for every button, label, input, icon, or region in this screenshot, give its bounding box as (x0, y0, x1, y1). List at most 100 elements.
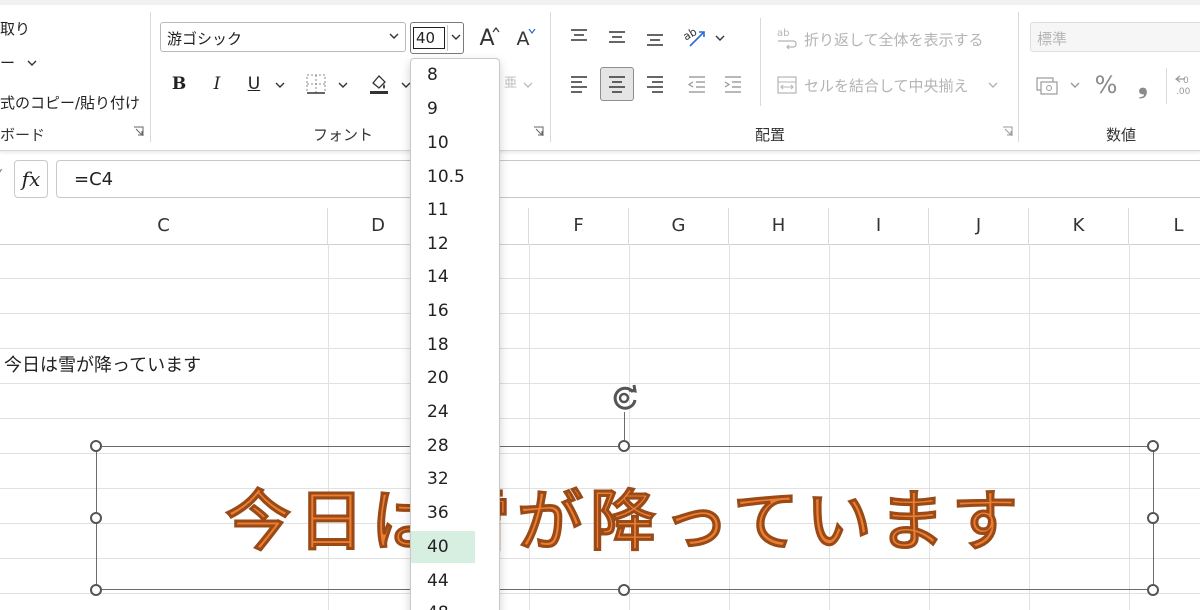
column-header-j[interactable]: J (929, 208, 1029, 244)
cell-c4[interactable]: 今日は雪が降っています (4, 351, 201, 377)
column-header-c[interactable]: C (0, 208, 328, 244)
font-size-option[interactable]: 24 (411, 396, 499, 428)
chevron-down-icon[interactable] (1070, 80, 1080, 90)
column-header-k[interactable]: K (1029, 208, 1129, 244)
column-header-i[interactable]: I (829, 208, 929, 244)
resize-handle-top-right[interactable] (1147, 440, 1159, 452)
align-top-icon[interactable] (564, 22, 594, 52)
align-bottom-icon[interactable] (640, 22, 670, 52)
percent-style-button[interactable]: % (1092, 70, 1120, 100)
insert-function-button[interactable]: fx (14, 160, 48, 198)
resize-handle-right[interactable] (1147, 512, 1159, 524)
accounting-format-icon[interactable] (1034, 72, 1062, 98)
ribbon: 取り ー 式のコピー/貼り付け ボード 游ゴシック 40 A A B I U 亜… (0, 0, 1200, 151)
merge-center-button[interactable]: セルを結合して中央揃え (804, 75, 969, 96)
column-header-h[interactable]: H (729, 208, 829, 244)
align-left-icon[interactable] (564, 68, 594, 100)
shrink-font-button[interactable]: A (508, 24, 538, 54)
font-size-option[interactable]: 48 (411, 597, 499, 610)
font-size-option[interactable]: 44 (411, 565, 499, 597)
column-header-l[interactable]: L (1129, 208, 1200, 244)
font-size-option[interactable]: 11 (411, 194, 499, 226)
italic-button[interactable]: I (204, 70, 230, 98)
font-size-option[interactable]: 32 (411, 463, 499, 495)
increase-decimal-icon[interactable]: 0.00 (1172, 70, 1200, 100)
chevron-down-icon[interactable] (523, 80, 533, 90)
fill-color-icon[interactable] (364, 68, 394, 98)
rotate-stem (624, 412, 625, 440)
font-size-option[interactable]: 28 (411, 430, 499, 462)
bold-button[interactable]: B (166, 70, 192, 98)
inner-separator (760, 18, 761, 106)
resize-handle-top[interactable] (618, 440, 630, 452)
font-size-option[interactable]: 20 (411, 362, 499, 394)
resize-handle-bottom[interactable] (618, 584, 630, 596)
clipboard-dialog-launcher-icon[interactable] (133, 126, 144, 137)
number-format-combo[interactable]: 標準 (1030, 22, 1200, 52)
font-color-icon[interactable]: 亜 (500, 70, 522, 98)
inner-separator (1166, 68, 1167, 104)
column-header-f[interactable]: F (529, 208, 629, 244)
format-painter-button[interactable]: 式のコピー/貼り付け (0, 92, 140, 113)
chevron-down-icon[interactable] (275, 80, 285, 90)
font-size-option[interactable]: 36 (411, 497, 499, 529)
formula-bar: ⁄ fx =C4 (0, 158, 1200, 202)
font-size-option-selected[interactable]: 40 (411, 531, 475, 563)
align-center-icon[interactable] (600, 67, 634, 101)
alignment-group-label: 配置 (755, 126, 786, 144)
resize-handle-left[interactable] (90, 512, 102, 524)
font-size-option[interactable]: 14 (411, 261, 499, 293)
font-size-option[interactable]: 16 (411, 295, 499, 327)
chevron-down-icon[interactable] (450, 31, 462, 43)
font-size-combo[interactable]: 40 (410, 22, 464, 54)
font-family-combo[interactable]: 游ゴシック (160, 22, 406, 52)
font-size-value[interactable]: 40 (416, 28, 435, 48)
font-dialog-launcher-icon[interactable] (533, 126, 544, 137)
align-right-icon[interactable] (640, 68, 670, 100)
font-size-option[interactable]: 18 (411, 329, 499, 361)
resize-handle-bottom-right[interactable] (1147, 584, 1159, 596)
chevron-down-icon[interactable] (715, 33, 725, 43)
caret-up-icon (492, 27, 500, 33)
copy-button[interactable]: ー (0, 52, 15, 73)
svg-text:亜: 亜 (504, 76, 517, 91)
increase-indent-icon[interactable] (718, 68, 748, 100)
shape-text[interactable]: 今日は雪が降っています (100, 468, 1150, 564)
resize-handle-bottom-left[interactable] (90, 584, 102, 596)
column-header-g[interactable]: G (629, 208, 729, 244)
svg-text:ab: ab (682, 25, 699, 43)
rotate-handle-icon[interactable] (607, 380, 643, 416)
excel-window: 取り ー 式のコピー/貼り付け ボード 游ゴシック 40 A A B I U 亜… (0, 0, 1200, 610)
comma-style-button[interactable]: ❟ (1132, 70, 1154, 100)
chevron-down-icon[interactable] (338, 80, 348, 90)
alignment-dialog-launcher-icon[interactable] (1002, 126, 1013, 137)
formula-input[interactable]: =C4 (56, 160, 1200, 198)
font-size-option[interactable]: 12 (411, 228, 499, 260)
row-line (0, 593, 1200, 594)
font-size-option[interactable]: 8 (411, 59, 499, 91)
decrease-indent-icon[interactable] (682, 68, 712, 100)
chevron-down-icon[interactable] (27, 58, 37, 68)
align-middle-icon[interactable] (602, 22, 632, 52)
borders-icon[interactable] (302, 70, 330, 98)
chevron-down-icon[interactable] (988, 80, 998, 90)
underline-button[interactable]: U (241, 70, 267, 98)
resize-handle-top-left[interactable] (90, 440, 102, 452)
wrap-text-button[interactable]: 折り返して全体を表示する (804, 29, 984, 50)
font-size-option[interactable]: 10.5 (411, 161, 499, 193)
font-family-value: 游ゴシック (167, 30, 243, 48)
grow-font-button[interactable]: A (472, 22, 502, 54)
wrap-text-icon[interactable]: ab (774, 24, 800, 52)
cut-button[interactable]: 取り (0, 18, 30, 39)
formula-text: =C4 (74, 169, 114, 190)
font-size-option[interactable]: 9 (411, 93, 499, 125)
merge-center-icon[interactable] (774, 72, 800, 98)
column-header-row: C D E F G H I J K L (0, 208, 1200, 245)
orientation-icon[interactable]: ab (680, 22, 710, 52)
row-line (0, 348, 1200, 349)
font-size-option[interactable]: 10 (411, 127, 499, 159)
row-line (0, 383, 1200, 384)
clipboard-group-label: ボード (0, 126, 46, 144)
ribbon-top-strip (0, 0, 1200, 5)
chevron-down-icon[interactable] (387, 29, 401, 43)
